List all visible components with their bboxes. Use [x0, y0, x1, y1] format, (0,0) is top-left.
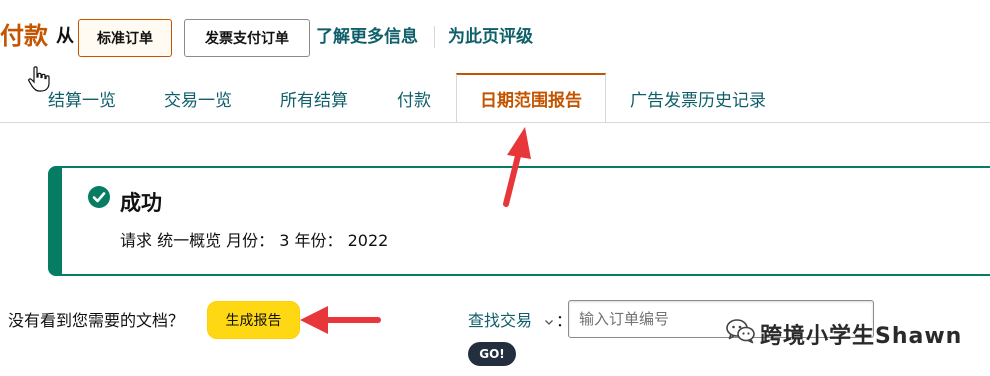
alert-title: 成功 [120, 191, 162, 215]
watermark-text: 跨境小学生Shawn [760, 324, 963, 349]
header-divider [434, 26, 435, 48]
find-transaction-dropdown[interactable]: 查找交易 [468, 310, 532, 332]
missing-document-prompt: 没有看到您需要的文档？ [8, 311, 185, 330]
invoice-order-button[interactable]: 发票支付订单 [184, 19, 310, 57]
page-title: 付款 [0, 22, 48, 50]
success-alert [48, 166, 990, 276]
go-button[interactable]: GO! [468, 342, 516, 366]
generate-button-annotation-arrow [300, 306, 381, 334]
alert-message: 请求 统一概览 月份： 3 年份： 2022 [120, 231, 389, 250]
tab-date-range-reports[interactable]: 日期范围报告 [456, 90, 606, 112]
standard-order-button[interactable]: 标准订单 [78, 19, 172, 57]
chevron-down-icon[interactable] [544, 312, 554, 331]
rate-page-link[interactable]: 为此页评级 [448, 26, 533, 48]
check-circle-icon [88, 186, 110, 208]
tab-payments[interactable]: 付款 [397, 90, 431, 112]
from-label: 从 [56, 26, 74, 47]
tab-ad-invoice-history[interactable]: 广告发票历史记录 [630, 90, 766, 112]
wechat-icon [726, 318, 756, 348]
learn-more-link[interactable]: 了解更多信息 [316, 26, 418, 48]
tab-transaction-overview[interactable]: 交易一览 [164, 90, 232, 112]
tabs-divider [0, 122, 990, 123]
generate-report-button[interactable]: 生成报告 [207, 301, 300, 339]
hand-cursor-icon [28, 66, 50, 96]
tab-settlement-overview[interactable]: 结算一览 [48, 90, 116, 112]
tab-all-settlements[interactable]: 所有结算 [280, 90, 348, 112]
